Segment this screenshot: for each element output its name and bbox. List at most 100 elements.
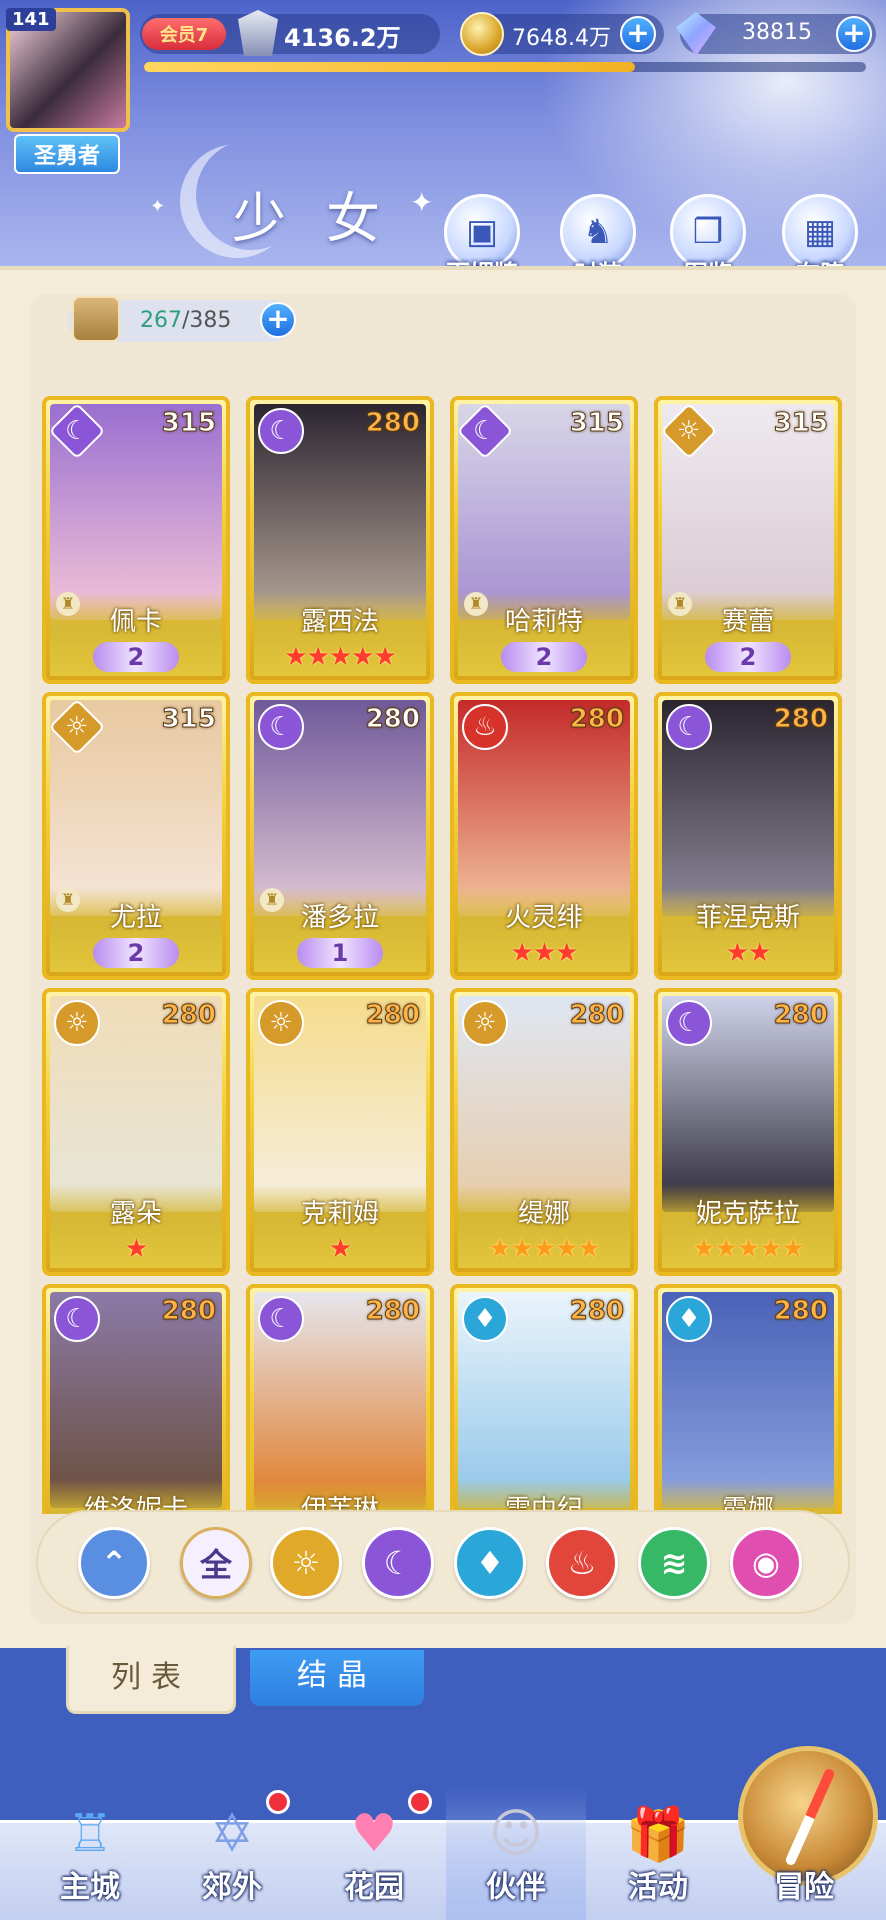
nav-label: 郊外 [202, 1870, 262, 1905]
moon-element-icon: ☾ [258, 704, 304, 750]
card-level: 280 [161, 1000, 216, 1031]
character-name: 潘多拉 [300, 903, 379, 933]
character-card[interactable]: ☾ 315 ♜ 佩卡 2 [42, 396, 230, 684]
nav-castle[interactable]: ♖ 主城 [20, 1786, 160, 1920]
awaken-badge: 2 [93, 642, 179, 672]
character-name: 火灵绯 [504, 903, 583, 933]
character-name: 尤拉 [109, 903, 162, 933]
card-level: 280 [161, 1296, 216, 1327]
card-level: 280 [365, 704, 420, 735]
character-card[interactable]: ☼ 280 缇娜 ★★★★★ [450, 988, 638, 1276]
exp-bar [144, 62, 866, 72]
moon-element-icon: ☾ [258, 1296, 304, 1342]
tab-list[interactable]: 列表 [66, 1646, 236, 1714]
sun-element-icon: ☼ [54, 1000, 100, 1046]
character-card[interactable]: ♦ 280 霞娜 [654, 1284, 842, 1514]
vip-badge[interactable]: 会员7 [142, 18, 226, 50]
nav-partner[interactable]: ☺ 伙伴 [446, 1786, 586, 1920]
collection-total: 385 [189, 308, 232, 333]
character-card[interactable]: ☾ 280 维洛妮卡 [42, 1284, 230, 1514]
star-icon: ★ [328, 642, 352, 672]
star-icon: ★ [306, 642, 330, 672]
character-card[interactable]: ☾ 280 菲涅克斯 ★★ [654, 692, 842, 980]
character-card[interactable]: ♨ 280 火灵绯 ★★★ [450, 692, 638, 980]
expand-collection-button[interactable]: + [260, 302, 296, 338]
page-title: 少女 [232, 187, 420, 250]
storage-box-icon [72, 296, 120, 342]
character-name: 哈莉特 [504, 607, 583, 637]
star-icon: ★ [373, 642, 396, 672]
star-icon: ★ [510, 1234, 534, 1264]
player-title-badge[interactable]: 圣勇者 [14, 134, 120, 174]
character-card[interactable]: ☾ 280 伊芙琳 [246, 1284, 434, 1514]
character-name: 露西法 [300, 607, 379, 637]
add-gem-button[interactable]: + [836, 16, 872, 52]
nav-gift-box[interactable]: 🎁 活动 [588, 1786, 728, 1920]
awaken-badge: 2 [93, 938, 179, 968]
sun-element-icon: ☼ [258, 1000, 304, 1046]
element-filter-bar [36, 1510, 850, 1614]
moon-element-icon: ☾ [666, 704, 712, 750]
star-rating: ★★★ [454, 938, 634, 968]
sun-element-icon[interactable]: ☼ [270, 1527, 342, 1599]
card-level: 280 [569, 1000, 624, 1031]
star-icon: ★ [532, 938, 556, 968]
card-level: 315 [161, 704, 216, 735]
notification-dot [266, 1790, 290, 1814]
collapse-up-icon[interactable]: ⌃ [78, 1527, 150, 1599]
nav-adventure-label-wrap: 冒险 [734, 1786, 874, 1920]
water-element-icon: ♦ [462, 1296, 508, 1342]
character-card-grid[interactable]: ☾ 315 ♜ 佩卡 2 ☾ 280 露西法 ★★★★★ ☾ 315 ♜ 哈莉特 2 ☼ 315 ♜ 赛蕾 2 ☼ 31… [42, 396, 844, 1514]
nav-outskirts[interactable]: ✡ 郊外 [162, 1786, 302, 1920]
nav-label: 活动 [628, 1870, 688, 1905]
star-icon: ★ [488, 1234, 511, 1264]
moon-element-icon[interactable]: ☾ [362, 1527, 434, 1599]
awaken-badge: 2 [501, 642, 587, 672]
collection-current: 267 [140, 308, 182, 333]
star-icon: ★ [781, 1234, 804, 1264]
character-card[interactable]: ☾ 280 妮克萨拉 ★★★★★ [654, 988, 842, 1276]
character-name: 露朵 [109, 1199, 162, 1229]
awaken-badge: 1 [297, 938, 383, 968]
power-sword-icon [238, 10, 278, 56]
character-card[interactable]: ☾ 280 ♜ 潘多拉 1 [246, 692, 434, 980]
star-rating: ★★★★★ [250, 642, 430, 672]
star-icon: ★ [284, 642, 307, 672]
water-element-icon: ♦ [666, 1296, 712, 1342]
character-name: 克莉姆 [300, 1199, 379, 1229]
wind-element-icon[interactable]: ≋ [638, 1527, 710, 1599]
card-level: 280 [365, 1000, 420, 1031]
nav-label: 伙伴 [486, 1870, 546, 1905]
nav-garden-heart[interactable]: ♥ 花园 [304, 1786, 444, 1920]
notification-dot [408, 1790, 432, 1814]
nav-label: 主城 [60, 1870, 120, 1905]
gold-coin-icon [460, 12, 504, 56]
add-gold-button[interactable]: + [620, 16, 656, 52]
water-element-icon[interactable]: ♦ [454, 1527, 526, 1599]
tab-crystal[interactable]: 结晶 [250, 1650, 424, 1706]
star-icon: ★ [124, 1234, 148, 1264]
card-level: 280 [773, 1000, 828, 1031]
character-card[interactable]: ☼ 280 露朵 ★ [42, 988, 230, 1276]
moon-element-icon: ☾ [666, 1000, 712, 1046]
star-rating: ★ [250, 1234, 430, 1264]
power-value: 4136.2万 [284, 24, 401, 52]
star-icon: ★ [555, 1234, 578, 1264]
card-level: 280 [365, 1296, 420, 1327]
nav-label: 花园 [344, 1870, 404, 1905]
fire-element-icon[interactable]: ♨ [546, 1527, 618, 1599]
character-card[interactable]: ☾ 315 ♜ 哈莉特 2 [450, 396, 638, 684]
character-name: 妮克萨拉 [695, 1199, 800, 1229]
gold-value: 7648.4万 [512, 26, 611, 51]
all-filter[interactable]: 全 [180, 1527, 252, 1599]
star-icon: ★ [351, 642, 374, 672]
character-card[interactable]: ☼ 315 ♜ 赛蕾 2 [654, 396, 842, 684]
character-card[interactable]: ☼ 280 克莉姆 ★ [246, 988, 434, 1276]
character-card[interactable]: ☼ 315 ♜ 尤拉 2 [42, 692, 230, 980]
character-card[interactable]: ☾ 280 露西法 ★★★★★ [246, 396, 434, 684]
star-icon: ★ [748, 938, 771, 968]
sparkle-icon: ✦ [150, 196, 166, 217]
character-card[interactable]: ♦ 280 雪中纪 [450, 1284, 638, 1514]
dark-element-icon[interactable]: ◉ [730, 1527, 802, 1599]
awaken-badge: 2 [705, 642, 791, 672]
